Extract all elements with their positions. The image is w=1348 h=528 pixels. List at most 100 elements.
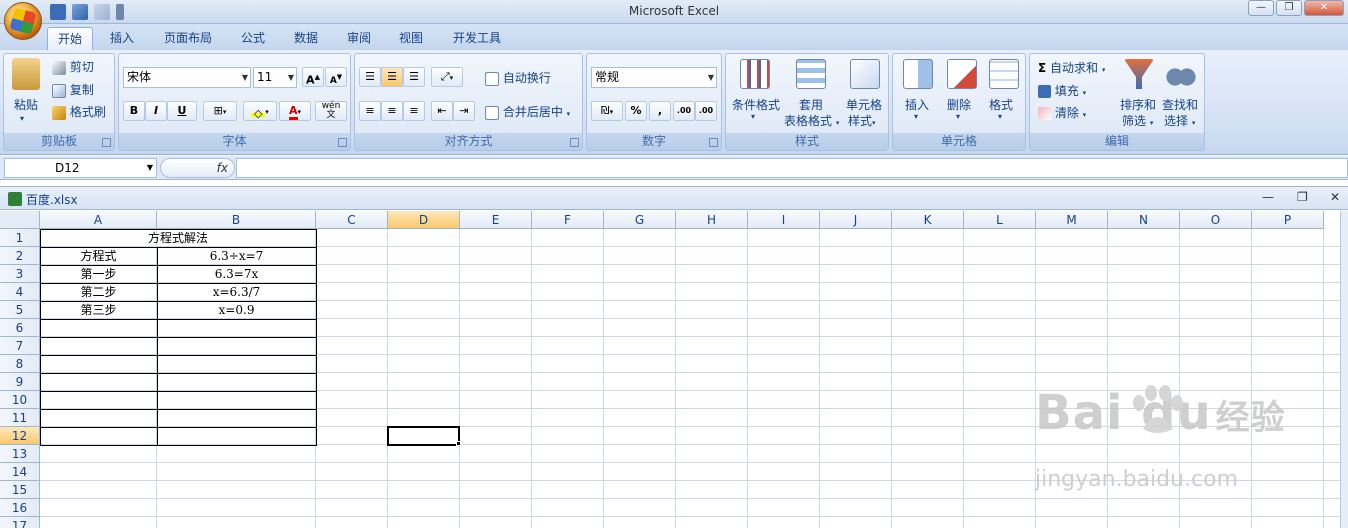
row-header-8[interactable]: 8 <box>0 355 40 373</box>
select-all-corner[interactable] <box>0 211 40 229</box>
tab-review[interactable]: 审阅 <box>337 27 381 50</box>
insert-function-button[interactable]: fx <box>160 158 235 178</box>
paste-icon[interactable] <box>12 58 40 90</box>
number-format-select[interactable]: 常规 ▼ <box>591 67 717 88</box>
column-header-h[interactable]: H <box>676 211 748 229</box>
font-launcher-icon[interactable] <box>338 138 347 147</box>
column-header-m[interactable]: M <box>1036 211 1108 229</box>
cell-b3[interactable]: 6.3=7x <box>157 265 316 283</box>
format-as-table-line1[interactable]: 套用 <box>799 96 823 113</box>
tab-home[interactable]: 开始 <box>47 27 94 50</box>
row-header-14[interactable]: 14 <box>0 463 40 481</box>
cell-styles-button[interactable]: 样式▾ <box>848 112 876 129</box>
row-header-15[interactable]: 15 <box>0 481 40 499</box>
row-header-2[interactable]: 2 <box>0 247 40 265</box>
tab-insert[interactable]: 插入 <box>100 27 144 50</box>
format-painter-button[interactable]: 格式刷 <box>52 103 106 120</box>
merge-center-button[interactable]: 合并后居中 ▾ <box>485 103 570 120</box>
cell-a2[interactable]: 方程式 <box>40 247 157 265</box>
row-header-13[interactable]: 13 <box>0 445 40 463</box>
align-top-button[interactable]: ☰ <box>359 67 381 87</box>
active-cell-selection[interactable] <box>387 426 460 446</box>
cut-button[interactable]: 剪切 <box>52 58 94 75</box>
row-header-5[interactable]: 5 <box>0 301 40 319</box>
tab-view[interactable]: 视图 <box>389 27 433 50</box>
delete-cells-button[interactable]: 删除 <box>947 96 971 113</box>
number-launcher-icon[interactable] <box>709 138 718 147</box>
underline-button[interactable]: U <box>167 101 197 121</box>
increase-indent-button[interactable]: ⇥ <box>453 101 475 121</box>
row-header-7[interactable]: 7 <box>0 337 40 355</box>
column-header-f[interactable]: F <box>532 211 604 229</box>
borders-button[interactable]: ⊞▾ <box>203 101 237 121</box>
column-header-g[interactable]: G <box>604 211 676 229</box>
comma-style-button[interactable]: , <box>649 101 671 121</box>
format-cells-button[interactable]: 格式 <box>989 96 1013 113</box>
accounting-format-button[interactable]: ₪▾ <box>591 101 623 121</box>
cell-a4[interactable]: 第二步 <box>40 283 157 301</box>
align-right-button[interactable]: ≡ <box>403 101 425 121</box>
decrease-indent-button[interactable]: ⇤ <box>431 101 453 121</box>
row-header-3[interactable]: 3 <box>0 265 40 283</box>
insert-cells-button[interactable]: 插入 <box>905 96 929 113</box>
column-header-k[interactable]: K <box>892 211 964 229</box>
cell-styles-line1[interactable]: 单元格 <box>846 96 882 113</box>
column-header-d[interactable]: D <box>388 211 460 229</box>
percent-style-button[interactable]: % <box>625 101 647 121</box>
clear-button[interactable]: 清除 ▾ <box>1038 104 1086 121</box>
vertical-scrollbar[interactable] <box>1340 211 1348 528</box>
column-header-n[interactable]: N <box>1108 211 1180 229</box>
workbook-restore-button[interactable]: ❐ <box>1297 190 1308 204</box>
row-header-4[interactable]: 4 <box>0 283 40 301</box>
decrease-decimal-button[interactable]: .00 <box>695 101 717 121</box>
column-header-o[interactable]: O <box>1180 211 1252 229</box>
bold-button[interactable]: B <box>123 101 145 121</box>
column-header-i[interactable]: I <box>748 211 820 229</box>
paste-dropdown-icon[interactable]: ▾ <box>20 114 24 123</box>
restore-button[interactable]: ❐ <box>1276 0 1302 16</box>
italic-button[interactable]: I <box>145 101 167 121</box>
tab-page-layout[interactable]: 页面布局 <box>154 27 222 50</box>
row-header-6[interactable]: 6 <box>0 319 40 337</box>
column-header-p[interactable]: P <box>1252 211 1324 229</box>
conditional-format-button[interactable]: 条件格式 <box>732 96 780 113</box>
workbook-minimize-button[interactable]: — <box>1262 190 1274 204</box>
cell-b5[interactable]: x=0.9 <box>157 301 316 319</box>
wrap-text-button[interactable]: 自动换行 <box>485 69 551 86</box>
orientation-button[interactable]: ⤢▾ <box>431 67 463 87</box>
row-header-1[interactable]: 1 <box>0 229 40 247</box>
find-select-line1[interactable]: 查找和 <box>1162 96 1198 113</box>
align-center-button[interactable]: ≡ <box>381 101 403 121</box>
sort-filter-line1[interactable]: 排序和 <box>1120 96 1156 113</box>
fill-handle[interactable] <box>456 441 461 446</box>
copy-button[interactable]: 复制 <box>52 81 94 98</box>
column-header-e[interactable]: E <box>460 211 532 229</box>
grow-font-button[interactable]: A▲ <box>302 67 324 87</box>
cell-a3[interactable]: 第一步 <box>40 265 157 283</box>
align-bottom-button[interactable]: ☰ <box>403 67 425 87</box>
workbook-close-button[interactable]: ✕ <box>1330 190 1340 204</box>
sort-filter-button[interactable]: 筛选 ▾ <box>1122 112 1153 129</box>
title-cell[interactable]: 方程式解法 <box>40 229 316 247</box>
formula-input[interactable] <box>236 158 1348 178</box>
column-header-j[interactable]: J <box>820 211 892 229</box>
paste-button[interactable]: 粘贴 <box>14 96 38 113</box>
fill-color-button[interactable]: ◇ ▾ <box>243 101 277 121</box>
cell-a5[interactable]: 第三步 <box>40 301 157 319</box>
cell-b2[interactable]: 6.3÷x=7 <box>157 247 316 265</box>
column-header-c[interactable]: C <box>316 211 388 229</box>
column-header-b[interactable]: B <box>157 211 316 229</box>
row-header-9[interactable]: 9 <box>0 373 40 391</box>
column-header-l[interactable]: L <box>964 211 1036 229</box>
office-button[interactable] <box>4 2 42 40</box>
tab-data[interactable]: 数据 <box>284 27 328 50</box>
row-header-10[interactable]: 10 <box>0 391 40 409</box>
row-header-17[interactable]: 17 <box>0 517 40 528</box>
tab-developer[interactable]: 开发工具 <box>443 27 511 50</box>
minimize-button[interactable]: — <box>1248 0 1274 16</box>
increase-decimal-button[interactable]: .00 <box>673 101 695 121</box>
format-as-table-button[interactable]: 表格格式 ▾ <box>784 112 839 129</box>
name-box[interactable]: D12 ▼ <box>4 158 157 178</box>
align-left-button[interactable]: ≡ <box>359 101 381 121</box>
row-header-12[interactable]: 12 <box>0 427 40 445</box>
